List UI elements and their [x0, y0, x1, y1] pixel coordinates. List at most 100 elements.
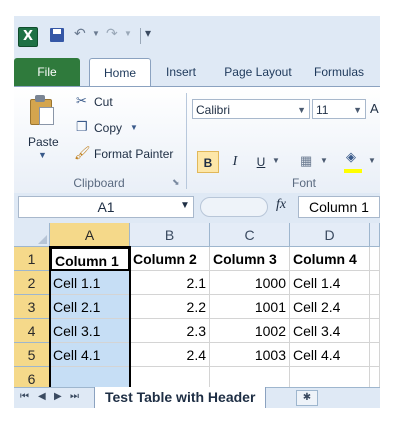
- chevron-down-icon: ▼: [353, 105, 362, 115]
- cell-c5[interactable]: 1003: [210, 343, 290, 367]
- tab-page-layout[interactable]: Page Layout: [217, 58, 299, 86]
- formula-bar: A1 ▼ fx Column 1: [14, 194, 380, 220]
- copy-button[interactable]: Copy: [94, 121, 122, 135]
- cell-d1[interactable]: Column 4: [290, 247, 370, 271]
- cell-e1[interactable]: [370, 247, 380, 271]
- cut-button[interactable]: Cut: [94, 95, 113, 109]
- cell-b6[interactable]: [130, 367, 210, 387]
- tab-insert[interactable]: Insert: [159, 58, 203, 86]
- fill-color-dropdown-icon[interactable]: ▼: [368, 156, 376, 165]
- first-sheet-icon[interactable]: ⏮: [20, 391, 29, 402]
- copy-icon: ❐: [76, 119, 88, 134]
- undo-dropdown-icon[interactable]: ▼: [92, 29, 100, 38]
- name-box[interactable]: A1: [18, 196, 194, 218]
- next-sheet-icon[interactable]: ▶: [54, 391, 62, 402]
- column-header-b[interactable]: B: [130, 223, 210, 247]
- undo-icon[interactable]: ↶: [74, 25, 86, 42]
- cell-b4[interactable]: 2.3: [130, 319, 210, 343]
- cell-d5[interactable]: Cell 4.4: [290, 343, 370, 367]
- row-header-5[interactable]: 5: [14, 343, 50, 367]
- chevron-down-icon[interactable]: ▼: [180, 200, 190, 211]
- row-header-1[interactable]: 1: [14, 247, 50, 271]
- paste-dropdown-icon[interactable]: ▼: [38, 150, 47, 160]
- clipboard-group-label: Clipboard: [73, 176, 125, 190]
- format-painter-button[interactable]: Format Painter: [94, 147, 173, 161]
- redo-dropdown-icon[interactable]: ▼: [124, 29, 132, 38]
- cell-a3[interactable]: Cell 2.1: [50, 295, 130, 319]
- ribbon-home: Paste ▼ ✂ Cut ❐ Copy ▼ 🖌 Format Painter …: [14, 86, 380, 193]
- tab-file[interactable]: File: [14, 58, 80, 86]
- cell-a4[interactable]: Cell 3.1: [50, 319, 130, 343]
- row-header-4[interactable]: 4: [14, 319, 50, 343]
- cell-e4[interactable]: [370, 319, 380, 343]
- row-header-2[interactable]: 2: [14, 271, 50, 295]
- cell-e2[interactable]: [370, 271, 380, 295]
- underline-button[interactable]: U: [250, 151, 272, 173]
- font-name-value: Calibri: [196, 103, 231, 117]
- column-header-a[interactable]: A: [50, 223, 130, 247]
- excel-window: X ↶ ▼ ↷ ▼ ▾ File Home Insert Page Layout…: [14, 16, 380, 408]
- cell-d4[interactable]: Cell 3.4: [290, 319, 370, 343]
- paste-icon[interactable]: [30, 95, 54, 125]
- column-header-e[interactable]: [370, 223, 380, 247]
- excel-icon[interactable]: X: [18, 27, 38, 47]
- chevron-down-icon: ▼: [297, 105, 306, 115]
- borders-dropdown-icon[interactable]: ▼: [320, 156, 328, 165]
- cell-e3[interactable]: [370, 295, 380, 319]
- cell-a2[interactable]: Cell 1.1: [50, 271, 130, 295]
- formula-bar-controls: [200, 197, 268, 217]
- fill-color-icon[interactable]: ◈: [346, 149, 356, 165]
- font-size-value: 11: [316, 103, 329, 117]
- customize-icon[interactable]: ▾: [145, 26, 151, 40]
- save-icon[interactable]: [50, 28, 64, 42]
- insert-sheet-icon[interactable]: ✱: [296, 390, 318, 406]
- row-header-3[interactable]: 3: [14, 295, 50, 319]
- tab-formulas[interactable]: Formulas: [314, 58, 380, 86]
- grow-font-icon[interactable]: A: [370, 101, 379, 116]
- cell-b2[interactable]: 2.1: [130, 271, 210, 295]
- formula-input[interactable]: Column 1: [298, 196, 380, 218]
- column-header-c[interactable]: C: [210, 223, 290, 247]
- bold-button[interactable]: B: [197, 151, 219, 173]
- font-name-select[interactable]: Calibri ▼: [192, 99, 310, 119]
- cell-b1[interactable]: Column 2: [130, 247, 210, 271]
- ribbon-tabs: File Home Insert Page Layout Formulas: [14, 58, 380, 88]
- scissors-icon: ✂: [76, 93, 87, 108]
- cell-d6[interactable]: [290, 367, 370, 387]
- cell-c2[interactable]: 1000: [210, 271, 290, 295]
- tab-home[interactable]: Home: [89, 58, 151, 88]
- cell-e6[interactable]: [370, 367, 380, 387]
- cell-b5[interactable]: 2.4: [130, 343, 210, 367]
- font-size-select[interactable]: 11 ▼: [312, 99, 366, 119]
- insert-function-icon[interactable]: fx: [276, 197, 286, 213]
- italic-button[interactable]: I: [224, 151, 246, 173]
- cell-a5[interactable]: Cell 4.1: [50, 343, 130, 367]
- sheet-tab-active[interactable]: Test Table with Header: [94, 387, 267, 408]
- select-all-corner[interactable]: [14, 223, 50, 247]
- column-header-d[interactable]: D: [290, 223, 370, 247]
- borders-icon[interactable]: ▦: [300, 153, 312, 169]
- cell-a6[interactable]: [50, 367, 130, 387]
- clipboard-dialog-launcher-icon[interactable]: ⬊: [172, 177, 180, 188]
- last-sheet-icon[interactable]: ⏭: [70, 391, 79, 402]
- quick-access-toolbar: X ↶ ▼ ↷ ▼ ▾: [14, 16, 380, 58]
- cell-d2[interactable]: Cell 1.4: [290, 271, 370, 295]
- cell-a1[interactable]: Column 1: [50, 247, 130, 271]
- fill-color-swatch: [344, 169, 362, 173]
- cell-c1[interactable]: Column 3: [210, 247, 290, 271]
- font-group-label: Font: [291, 176, 316, 190]
- previous-sheet-icon[interactable]: ◀: [38, 391, 46, 402]
- row-header-6[interactable]: 6: [14, 367, 50, 387]
- cell-e5[interactable]: [370, 343, 380, 367]
- cell-d3[interactable]: Cell 2.4: [290, 295, 370, 319]
- cell-c3[interactable]: 1001: [210, 295, 290, 319]
- sheet-tab-bar: ⏮ ◀ ▶ ⏭ Test Table with Header ✱: [14, 387, 380, 408]
- paste-button[interactable]: Paste: [28, 135, 59, 149]
- underline-dropdown-icon[interactable]: ▼: [272, 156, 280, 165]
- copy-dropdown-icon[interactable]: ▼: [130, 123, 138, 132]
- redo-icon[interactable]: ↷: [106, 25, 118, 42]
- cell-c4[interactable]: 1002: [210, 319, 290, 343]
- group-separator: [186, 93, 187, 189]
- cell-c6[interactable]: [210, 367, 290, 387]
- cell-b3[interactable]: 2.2: [130, 295, 210, 319]
